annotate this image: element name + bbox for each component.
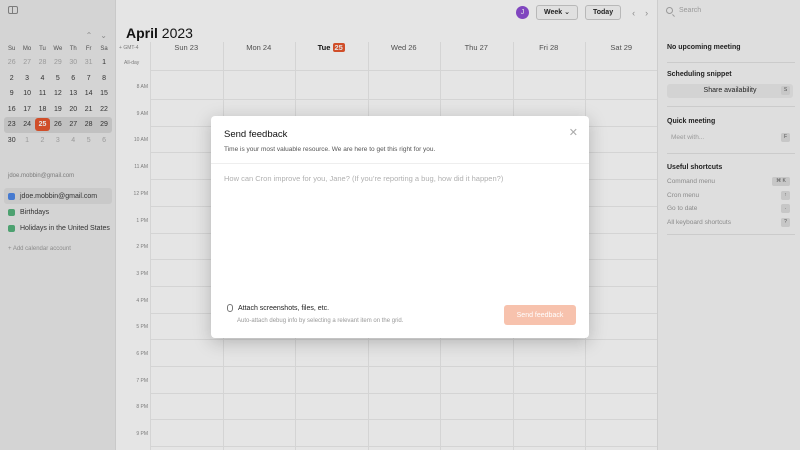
close-icon[interactable]: ✕	[569, 126, 578, 139]
attach-label: Attach screenshots, files, etc.	[238, 304, 330, 312]
debug-hint: Auto-attach debug info by selecting a re…	[237, 318, 404, 324]
feedback-textarea[interactable]	[224, 174, 574, 294]
dialog-subtitle: Time is your most valuable resource. We …	[224, 146, 436, 153]
divider	[211, 163, 589, 164]
dialog-title: Send feedback	[224, 129, 288, 140]
send-feedback-button[interactable]: Send feedback	[504, 305, 576, 325]
send-feedback-dialog: Send feedback ✕ Time is your most valuab…	[211, 116, 589, 338]
attach-files-link[interactable]: Attach screenshots, files, etc.	[227, 304, 329, 312]
paperclip-icon	[227, 304, 233, 312]
